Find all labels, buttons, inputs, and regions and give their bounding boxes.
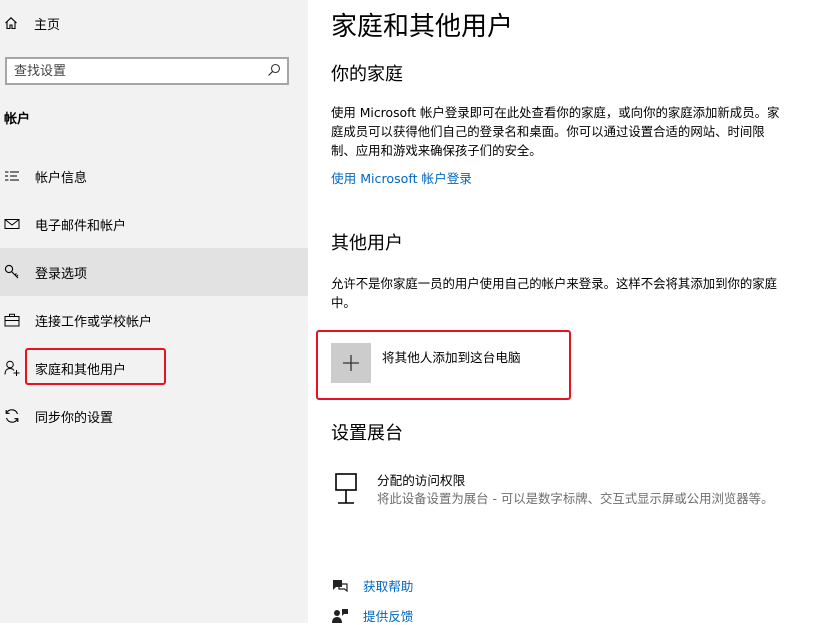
home-label: 主页 xyxy=(34,17,61,33)
assigned-access-description: 将此设备设置为展台 - 可以是数字标牌、交互式显示屏或公用浏览器等。 xyxy=(377,491,774,506)
get-help-label: 获取帮助 xyxy=(363,579,414,594)
plus-icon xyxy=(331,343,371,383)
page-title: 家庭和其他用户 xyxy=(331,12,514,42)
search-icon[interactable] xyxy=(267,62,281,81)
add-person-icon xyxy=(3,360,21,376)
sidebar-item-label: 同步你的设置 xyxy=(35,410,114,426)
sidebar-item-account-info[interactable]: 帐户信息 xyxy=(0,152,308,200)
mail-icon xyxy=(3,218,21,230)
sidebar-item-label: 连接工作或学校帐户 xyxy=(35,314,153,330)
home-nav-item[interactable]: 主页 xyxy=(4,12,60,34)
search-box[interactable] xyxy=(5,57,289,85)
family-heading: 你的家庭 xyxy=(331,64,403,85)
sidebar-item-sign-in-options[interactable]: 登录选项 xyxy=(0,248,308,296)
key-icon xyxy=(3,264,21,280)
sidebar-item-email[interactable]: 电子邮件和帐户 xyxy=(0,200,308,248)
microsoft-sign-in-link[interactable]: 使用 Microsoft 帐户登录 xyxy=(331,168,472,187)
other-users-heading: 其他用户 xyxy=(331,233,403,254)
feedback-label: 提供反馈 xyxy=(363,609,414,624)
sidebar-item-family-other-users[interactable]: 家庭和其他用户 xyxy=(0,344,308,392)
sync-icon xyxy=(3,408,21,424)
feedback-link[interactable]: 提供反馈 xyxy=(331,606,413,625)
add-other-user-label: 将其他人添加到这台电脑 xyxy=(382,350,521,365)
sidebar-item-label: 登录选项 xyxy=(35,266,88,282)
assigned-access-item[interactable]: 分配的访问权限 将此设备设置为展台 - 可以是数字标牌、交互式显示屏或公用浏览器… xyxy=(331,472,777,510)
get-help-link[interactable]: 获取帮助 xyxy=(331,576,413,595)
feedback-icon xyxy=(331,608,351,624)
sidebar: 主页 帐户 帐户信息 电子邮件和帐户 登录选项 连接工作或学校帐户 xyxy=(0,0,308,623)
other-users-description: 允许不是你家庭一员的用户使用自己的帐户来登录。这样不会将其添加到你的家庭中。 xyxy=(331,276,778,310)
help-chat-icon xyxy=(331,578,351,594)
sidebar-item-label: 家庭和其他用户 xyxy=(35,362,127,378)
add-other-user-button[interactable]: 将其他人添加到这台电脑 xyxy=(331,343,521,385)
home-icon xyxy=(4,16,22,30)
search-input[interactable] xyxy=(14,63,244,79)
section-title: 帐户 xyxy=(4,112,31,127)
briefcase-icon xyxy=(3,313,21,327)
assigned-access-title: 分配的访问权限 xyxy=(377,473,466,488)
family-description: 使用 Microsoft 帐户登录即可在此处查看你的家庭，或向你的家庭添加新成员… xyxy=(331,105,780,158)
sidebar-item-sync-settings[interactable]: 同步你的设置 xyxy=(0,392,308,440)
sidebar-item-label: 帐户信息 xyxy=(35,170,88,186)
kiosk-heading: 设置展台 xyxy=(331,423,403,444)
kiosk-icon xyxy=(333,472,367,510)
account-info-icon xyxy=(3,170,21,182)
sidebar-item-work-school[interactable]: 连接工作或学校帐户 xyxy=(0,296,308,344)
sidebar-item-label: 电子邮件和帐户 xyxy=(35,218,127,234)
